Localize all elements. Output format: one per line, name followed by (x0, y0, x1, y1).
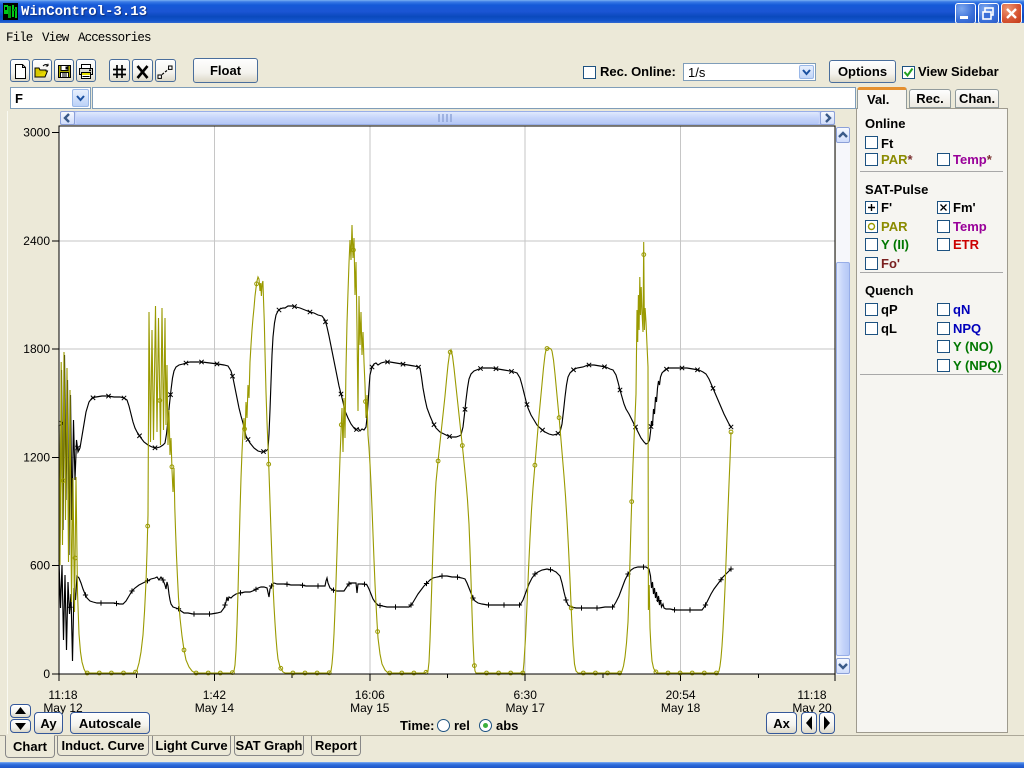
svg-text:3000: 3000 (23, 126, 50, 140)
svg-text:16:06: 16:06 (355, 688, 385, 702)
svg-text:1200: 1200 (23, 450, 50, 464)
svg-text:May 15: May 15 (350, 701, 390, 715)
svg-text:0: 0 (43, 667, 50, 681)
svg-text:11:18: 11:18 (48, 688, 77, 702)
svg-text:1:42: 1:42 (203, 688, 227, 702)
svg-text:May 14: May 14 (195, 701, 235, 715)
svg-text:1800: 1800 (23, 342, 50, 356)
svg-text:600: 600 (30, 559, 50, 573)
svg-text:2400: 2400 (23, 234, 50, 248)
svg-text:May 17: May 17 (506, 701, 546, 715)
svg-text:May 18: May 18 (661, 701, 701, 715)
svg-text:11:18: 11:18 (797, 688, 826, 702)
svg-text:6:30: 6:30 (514, 688, 538, 702)
svg-text:20:54: 20:54 (666, 688, 696, 702)
